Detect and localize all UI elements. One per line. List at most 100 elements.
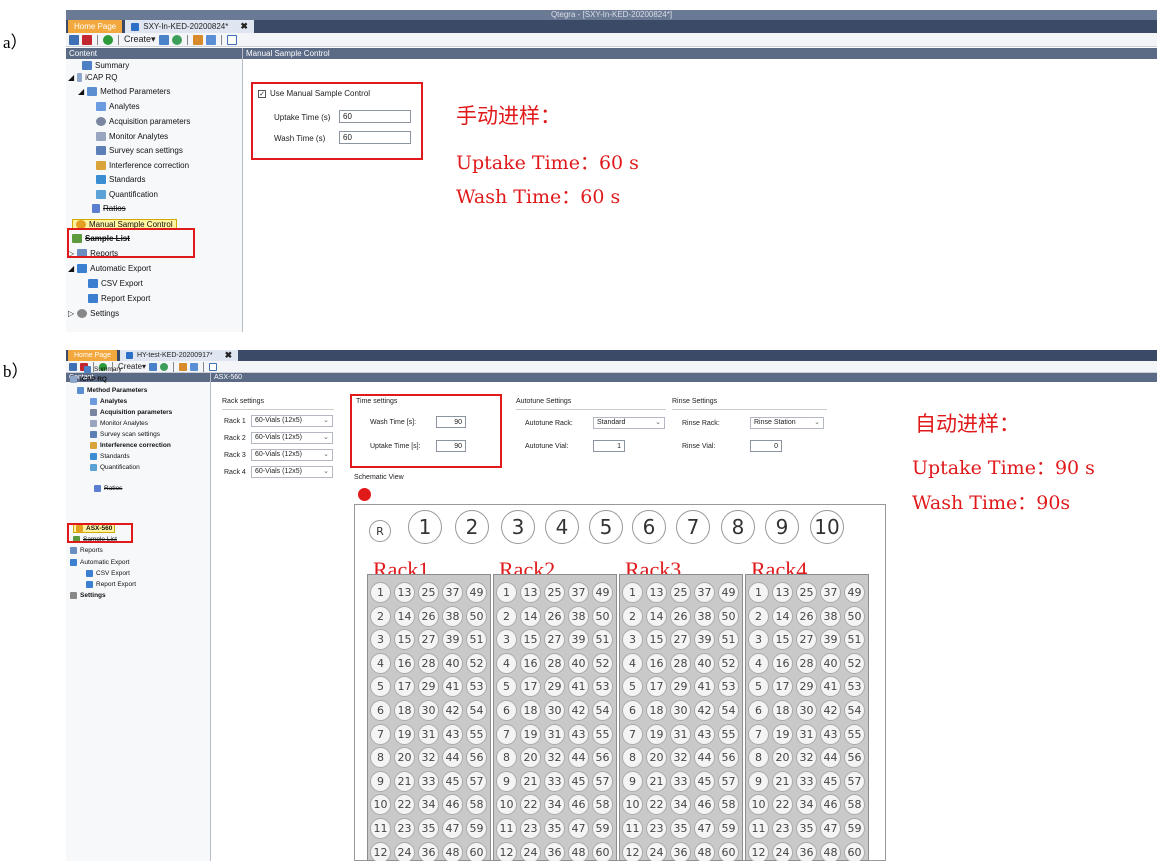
position-2[interactable]: 2: [455, 510, 489, 544]
vial[interactable]: 45: [694, 770, 715, 792]
tree-item-1[interactable]: iCAP RQ: [70, 376, 107, 383]
vial[interactable]: 60: [592, 841, 613, 861]
vial[interactable]: 47: [568, 818, 589, 839]
vial[interactable]: 42: [694, 700, 715, 721]
vial[interactable]: 31: [418, 723, 439, 745]
vial[interactable]: 9: [622, 770, 643, 792]
sort-icon[interactable]: [192, 34, 203, 45]
tree-item-0[interactable]: Summary: [84, 366, 122, 373]
vial[interactable]: 9: [748, 770, 769, 792]
vial[interactable]: 57: [844, 770, 865, 792]
vial[interactable]: 18: [394, 700, 415, 721]
vial[interactable]: 36: [544, 841, 565, 861]
vial[interactable]: 54: [844, 700, 865, 721]
vial[interactable]: 6: [622, 700, 643, 721]
tree-item-14[interactable]: Automatic Export: [70, 559, 130, 566]
tree-summary[interactable]: Summary: [82, 61, 129, 70]
vial[interactable]: 12: [496, 841, 517, 861]
tree-item-2[interactable]: Method Parameters: [77, 387, 147, 394]
vial[interactable]: 47: [442, 818, 463, 839]
export-icon[interactable]: [158, 34, 169, 45]
vial[interactable]: 50: [718, 605, 739, 627]
vial[interactable]: 13: [394, 582, 415, 603]
vial[interactable]: 1: [370, 582, 391, 603]
vial[interactable]: 33: [544, 770, 565, 792]
vial[interactable]: 48: [442, 841, 463, 861]
vial[interactable]: 50: [844, 605, 865, 627]
position-8[interactable]: 8: [721, 510, 755, 544]
vial[interactable]: 38: [568, 605, 589, 627]
vial[interactable]: 50: [466, 605, 487, 627]
tab-document[interactable]: HY-test-KED-20200917* ✖: [119, 350, 239, 361]
create-menu[interactable]: Create▾: [118, 362, 146, 371]
save-icon[interactable]: [69, 34, 79, 45]
vial[interactable]: 33: [418, 770, 439, 792]
vial[interactable]: 35: [418, 818, 439, 839]
vial[interactable]: 35: [670, 818, 691, 839]
vial[interactable]: 25: [670, 582, 691, 603]
tree-item-13[interactable]: Reports: [70, 547, 103, 554]
vial[interactable]: 49: [718, 582, 739, 603]
tab-document[interactable]: SXY-In-KED-20200824* ✖: [125, 20, 254, 33]
position-7[interactable]: 7: [676, 510, 710, 544]
vial[interactable]: 31: [670, 723, 691, 745]
vial[interactable]: 33: [670, 770, 691, 792]
position-10[interactable]: 10: [810, 510, 844, 544]
vial[interactable]: 42: [442, 700, 463, 721]
vial[interactable]: 60: [718, 841, 739, 861]
vial[interactable]: 25: [544, 582, 565, 603]
vial[interactable]: 25: [418, 582, 439, 603]
autotune-rack-select[interactable]: Standard ⌄: [593, 417, 665, 429]
wash-time-input[interactable]: 60: [339, 131, 411, 144]
vial[interactable]: 19: [772, 723, 793, 745]
vial[interactable]: 9: [370, 770, 391, 792]
vial[interactable]: 36: [796, 841, 817, 861]
vial[interactable]: 6: [370, 700, 391, 721]
vial[interactable]: 26: [670, 605, 691, 627]
vial[interactable]: 40: [568, 652, 589, 674]
vial[interactable]: 16: [772, 652, 793, 674]
tree-standards[interactable]: Standards: [96, 175, 145, 184]
vial[interactable]: 23: [394, 818, 415, 839]
run-icon[interactable]: [103, 34, 113, 45]
vial[interactable]: 59: [466, 818, 487, 839]
vial[interactable]: 57: [718, 770, 739, 792]
rack-1-select[interactable]: 60-Vials (12x5) ⌄: [251, 415, 333, 427]
tree-item-9[interactable]: Quantification: [90, 464, 140, 471]
vial[interactable]: 7: [370, 723, 391, 745]
tree-item-6[interactable]: Survey scan settings: [90, 431, 160, 438]
vial[interactable]: 36: [670, 841, 691, 861]
vial[interactable]: 52: [592, 652, 613, 674]
vial[interactable]: 16: [394, 652, 415, 674]
vial[interactable]: 28: [796, 652, 817, 674]
tree-quantification[interactable]: Quantification: [96, 190, 158, 199]
vial[interactable]: 30: [418, 700, 439, 721]
position-4[interactable]: 4: [545, 510, 579, 544]
vial[interactable]: 6: [748, 700, 769, 721]
layout-icon[interactable]: [226, 34, 237, 45]
vial[interactable]: 1: [496, 582, 517, 603]
vial[interactable]: 43: [568, 723, 589, 745]
vial[interactable]: 43: [442, 723, 463, 745]
vial[interactable]: 19: [520, 723, 541, 745]
vial[interactable]: 28: [418, 652, 439, 674]
vial[interactable]: 14: [394, 605, 415, 627]
vial[interactable]: 12: [622, 841, 643, 861]
vial[interactable]: 9: [496, 770, 517, 792]
position-5[interactable]: 5: [589, 510, 623, 544]
vial[interactable]: 57: [466, 770, 487, 792]
vial[interactable]: 31: [796, 723, 817, 745]
vial[interactable]: 21: [772, 770, 793, 792]
vial[interactable]: 7: [622, 723, 643, 745]
vial[interactable]: 55: [466, 723, 487, 745]
vial[interactable]: 37: [820, 582, 841, 603]
tree-monitor[interactable]: Monitor Analytes: [96, 132, 168, 141]
vial[interactable]: 19: [394, 723, 415, 745]
vial[interactable]: 37: [442, 582, 463, 603]
tree-automatic-export[interactable]: ◢ Automatic Export: [68, 264, 151, 273]
export-icon[interactable]: [149, 362, 158, 371]
vial[interactable]: 26: [418, 605, 439, 627]
vial[interactable]: 11: [370, 818, 391, 839]
save-icon[interactable]: [69, 362, 77, 371]
close-tab-icon[interactable]: ✖: [240, 21, 248, 32]
